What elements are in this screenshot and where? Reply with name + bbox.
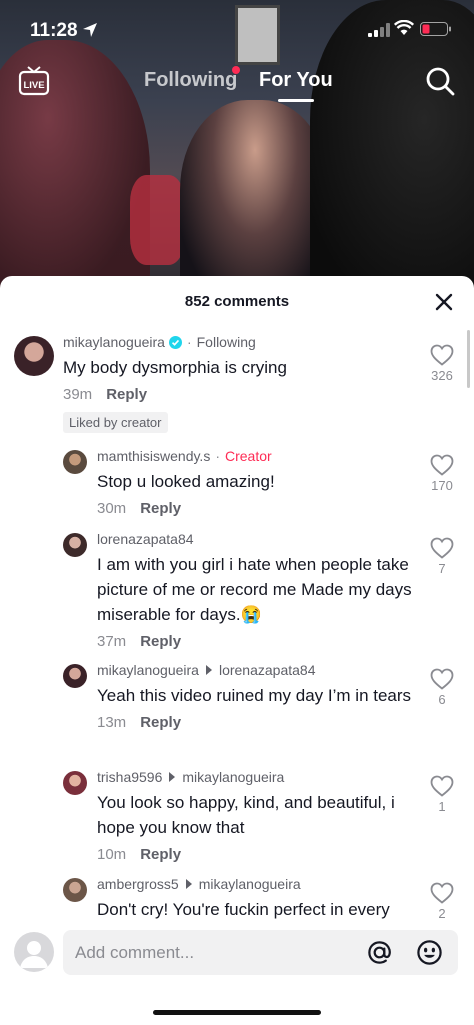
location-arrow-icon — [83, 23, 97, 37]
comment-text: Stop u looked amazing! — [97, 472, 275, 491]
status-bar: 11:28 — [0, 0, 474, 58]
comment-time: 10m — [97, 846, 127, 863]
tab-for-you[interactable]: For You — [259, 69, 333, 92]
comment-user-line: mamthisiswendy.s · Creator — [97, 448, 417, 464]
comment-user-line: mikaylanogueira · Following — [63, 334, 423, 350]
close-icon[interactable] — [434, 292, 454, 312]
comment-list[interactable]: mikaylanogueira · Following My body dysm… — [0, 326, 474, 920]
following-tag: Following — [196, 334, 256, 350]
comment-username[interactable]: mamthisiswendy.s — [97, 448, 210, 464]
comment-text: I am with you girl i hate when people ta… — [97, 555, 412, 624]
video-figure-center — [180, 100, 330, 290]
heart-icon[interactable] — [430, 454, 454, 476]
at-icon[interactable] — [366, 939, 393, 966]
comment-user-line: lorenazapata84 — [97, 531, 417, 547]
comment-meta: 10m Reply — [97, 846, 417, 863]
heart-icon[interactable] — [430, 882, 454, 904]
comment-username[interactable]: mikaylanogueira — [97, 662, 199, 678]
verified-icon — [168, 335, 182, 349]
reply-arrow-icon — [169, 772, 176, 782]
comment-meta: 13m Reply — [97, 714, 417, 731]
avatar[interactable] — [63, 771, 87, 795]
wifi-icon — [394, 20, 414, 35]
svg-text:LIVE: LIVE — [23, 80, 44, 91]
separator-dot: · — [215, 448, 220, 464]
default-avatar-icon — [20, 941, 48, 968]
comment-user-line: trisha9596 mikaylanogueira — [97, 769, 417, 785]
reply-to-username[interactable]: mikaylanogueira — [199, 876, 301, 892]
my-avatar[interactable] — [14, 932, 54, 972]
comment-text: My body dysmorphia is crying — [63, 358, 287, 377]
home-indicator — [153, 1010, 321, 1015]
reply-arrow-icon — [205, 665, 212, 675]
comment-count-title: 852 comments — [184, 293, 290, 310]
comment-input-placeholder: Add comment... — [75, 943, 195, 962]
search-icon[interactable] — [425, 66, 455, 96]
like-button[interactable]: 2 — [426, 882, 458, 920]
notification-dot — [232, 66, 240, 74]
comment-time: 30m — [97, 500, 127, 517]
comment-text: You look so happy, kind, and beautiful, … — [97, 793, 395, 837]
heart-icon[interactable] — [430, 537, 454, 559]
reply-button[interactable]: Reply — [106, 386, 147, 403]
heart-icon[interactable] — [430, 344, 454, 366]
avatar[interactable] — [63, 664, 87, 688]
live-icon[interactable]: LIVE — [18, 64, 50, 96]
battery-icon — [420, 22, 451, 36]
reply-button[interactable]: Reply — [140, 500, 181, 517]
heart-icon[interactable] — [430, 775, 454, 797]
tab-following[interactable]: Following — [144, 69, 237, 92]
comment-username[interactable]: trisha9596 — [97, 769, 162, 785]
like-count: 2 — [438, 906, 446, 920]
like-count: 170 — [431, 478, 453, 493]
active-tab-indicator — [278, 99, 314, 102]
sheet-header: 852 comments — [0, 276, 474, 326]
avatar[interactable] — [63, 450, 87, 474]
comment-meta: 37m Reply — [97, 633, 417, 650]
comment-username[interactable]: ambergross5 — [97, 876, 179, 892]
like-count: 6 — [438, 692, 446, 707]
comment-user-line: mikaylanogueira lorenazapata84 — [97, 662, 417, 678]
comment-composer: Add comment... — [0, 920, 474, 1025]
avatar[interactable] — [63, 533, 87, 557]
status-time: 11:28 — [30, 20, 78, 41]
like-count: 326 — [431, 368, 453, 383]
like-button[interactable]: 6 — [426, 668, 458, 707]
creator-tag: Creator — [225, 448, 272, 464]
reply-button[interactable]: Reply — [140, 633, 181, 650]
comment-meta: 30m Reply — [97, 500, 417, 517]
avatar[interactable] — [63, 878, 87, 902]
like-button[interactable]: 170 — [426, 454, 458, 493]
reply-button[interactable]: Reply — [140, 846, 181, 863]
comment-time: 39m — [63, 386, 93, 403]
reply-arrow-icon — [185, 879, 192, 889]
signal-icon — [368, 23, 390, 37]
heart-icon[interactable] — [430, 668, 454, 690]
comment-username[interactable]: lorenazapata84 — [97, 531, 194, 547]
comment-text: Yeah this video ruined my day I’m in tea… — [97, 686, 412, 705]
like-button[interactable]: 1 — [426, 775, 458, 814]
reply-to-username[interactable]: lorenazapata84 — [219, 662, 316, 678]
like-count: 7 — [438, 561, 446, 576]
comment-username[interactable]: mikaylanogueira — [63, 334, 165, 350]
reply-button[interactable]: Reply — [140, 714, 181, 731]
comment-meta: 39m Reply — [63, 386, 423, 403]
reply-to-username[interactable]: mikaylanogueira — [182, 769, 284, 785]
comment-text: Don't cry! You're fuckin perfect in ever… — [97, 900, 390, 919]
separator-dot: · — [186, 334, 192, 350]
avatar[interactable] — [14, 336, 54, 376]
video-figure-red — [130, 175, 185, 265]
like-count: 1 — [438, 799, 446, 814]
liked-by-creator-badge: Liked by creator — [63, 412, 168, 433]
comments-sheet: 852 comments mikaylanogueira · Following — [0, 276, 474, 1025]
like-button[interactable]: 7 — [426, 537, 458, 576]
top-nav: LIVE Following For You — [0, 60, 474, 110]
emoji-icon[interactable] — [416, 939, 443, 966]
like-button[interactable]: 326 — [426, 344, 458, 383]
comment-time: 13m — [97, 714, 127, 731]
comment-input[interactable]: Add comment... — [63, 930, 458, 975]
comment-time: 37m — [97, 633, 127, 650]
comment-user-line: ambergross5 mikaylanogueira — [97, 876, 417, 892]
